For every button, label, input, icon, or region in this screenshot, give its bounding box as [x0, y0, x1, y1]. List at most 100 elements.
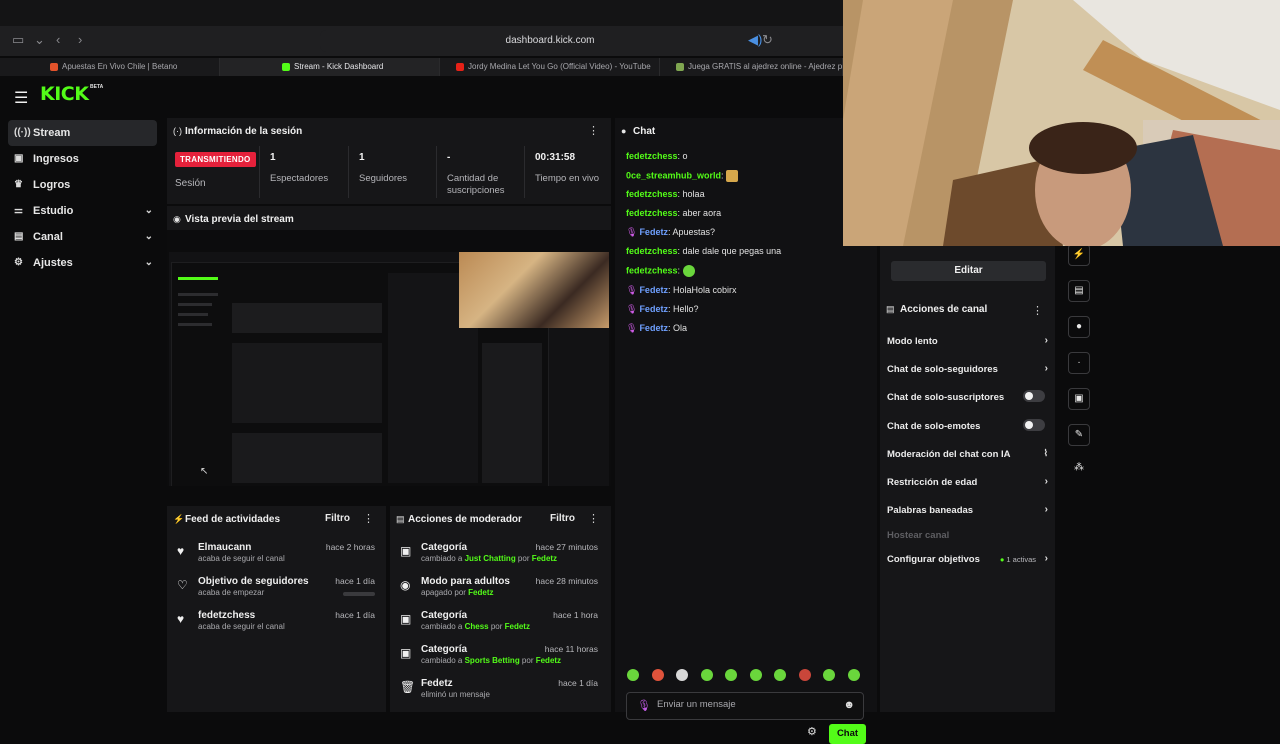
chat-input-box: 🎙 ☻: [626, 692, 864, 720]
bolt-icon[interactable]: ⚡: [1068, 244, 1090, 266]
emote-icon[interactable]: [799, 669, 811, 681]
broadcast-icon[interactable]: ·: [1068, 352, 1090, 374]
sidebar-item-label: Logros: [33, 179, 71, 191]
chat-message-input[interactable]: [657, 699, 837, 710]
emote-icon[interactable]: [701, 669, 713, 681]
chat-settings-icon[interactable]: ⚙: [807, 725, 817, 738]
emote-icon[interactable]: [676, 669, 688, 681]
chat-username[interactable]: 0ce_streamhub_world: [626, 170, 721, 180]
user-link[interactable]: Fedetz: [468, 588, 493, 597]
chevron-down-icon[interactable]: ⌄: [34, 32, 45, 48]
item-time: hace 1 día: [558, 678, 598, 688]
chat-username[interactable]: fedetzchess: [626, 246, 678, 256]
emote-icon[interactable]: [652, 669, 664, 681]
action-label: Moderación del chat con IA: [887, 449, 1011, 460]
document-icon[interactable]: ▤: [1068, 280, 1090, 302]
bolt-icon: ⚡: [173, 514, 185, 524]
item-sub: eliminó un mensaje: [421, 690, 490, 699]
subscribers-only-toggle[interactable]: [1023, 390, 1045, 402]
sub-text: cambiado a: [421, 554, 465, 563]
chat-message: fedetzchess: holaa: [626, 189, 705, 199]
filter-button[interactable]: Filtro: [325, 513, 350, 524]
speaker-icon[interactable]: ◀): [748, 32, 762, 48]
back-icon[interactable]: ‹: [56, 32, 60, 47]
category-icon: ▣: [400, 544, 412, 558]
emote-icon[interactable]: [823, 669, 835, 681]
emote-icon[interactable]: [848, 669, 860, 681]
emote-icon[interactable]: [750, 669, 762, 681]
channel-action-goals[interactable]: Configurar objetivos 1 activas ›: [887, 553, 1050, 574]
item-sub: cambiado a Sports Betting por Fedetz: [421, 656, 561, 665]
more-options-icon[interactable]: ⋮: [363, 512, 374, 525]
sidebar-item-stream[interactable]: ((·)) Stream: [8, 120, 157, 146]
user-link[interactable]: Fedetz: [532, 554, 557, 563]
stat-value: 1: [359, 152, 365, 163]
more-options-icon[interactable]: ⋮: [588, 124, 599, 137]
edit-button[interactable]: Editar: [891, 261, 1046, 281]
channel-action-slow-mode[interactable]: Modo lento ›: [887, 335, 1050, 356]
menu-icon[interactable]: ☰: [14, 88, 28, 108]
chat-username[interactable]: Fedetz: [639, 304, 668, 314]
kick-logo[interactable]: KICK: [40, 83, 89, 105]
chat-username[interactable]: fedetzchess: [626, 189, 678, 199]
preview-block: [482, 343, 542, 483]
mouse-cursor-icon: ↖: [200, 466, 209, 477]
stat-live-time: 00:31:58 Tiempo en vivo: [524, 146, 610, 198]
emoji-icon[interactable]: ☻: [843, 699, 855, 711]
action-label: Restricción de edad: [887, 477, 978, 488]
channel-action-age-restriction[interactable]: Restricción de edad ›: [887, 476, 1050, 497]
chat-username[interactable]: Fedetz: [639, 227, 668, 237]
stream-preview-video[interactable]: ↖: [169, 252, 609, 486]
list-item: ▣ Categoría cambiado a Sports Betting po…: [398, 644, 608, 680]
reload-icon[interactable]: ↻: [762, 32, 773, 48]
sidebar-item-logros[interactable]: ♛ Logros: [8, 172, 157, 198]
chat-username[interactable]: Fedetz: [639, 285, 668, 295]
more-options-icon[interactable]: ⋮: [1032, 304, 1043, 317]
sidebar-item-ajustes[interactable]: ⚙ Ajustes ⌄: [8, 250, 157, 276]
chat-username[interactable]: fedetzchess: [626, 208, 678, 218]
browser-tab[interactable]: Jordy Medina Let You Go (Official Video)…: [440, 58, 660, 76]
channel-action-ai-moderation[interactable]: Moderación del chat con IA ⌇: [887, 448, 1050, 469]
channel-action-banned-words[interactable]: Palabras baneadas ›: [887, 504, 1050, 525]
action-label: Chat de solo-seguidores: [887, 364, 998, 375]
preview-block: [232, 303, 382, 333]
category-link[interactable]: Chess: [465, 622, 489, 631]
item-name: Categoría: [421, 610, 468, 621]
sidebar-toggle-icon[interactable]: ▭: [12, 32, 24, 48]
emote-icon[interactable]: [725, 669, 737, 681]
more-options-icon[interactable]: ⋮: [588, 512, 599, 525]
emote-quick-bar: [627, 669, 872, 685]
sidebar-item-canal[interactable]: ▤ Canal ⌄: [8, 224, 157, 250]
browser-tab[interactable]: Apuestas En Vivo Chile | Betano: [0, 58, 220, 76]
sidebar-item-estudio[interactable]: ⚌ Estudio ⌄: [8, 198, 157, 224]
microphone-icon[interactable]: 🎙: [637, 699, 651, 712]
forward-icon[interactable]: ›: [78, 32, 82, 47]
browser-tab-active[interactable]: Stream - Kick Dashboard: [220, 58, 440, 76]
chat-username[interactable]: fedetzchess: [626, 151, 678, 161]
user-link[interactable]: Fedetz: [536, 656, 561, 665]
emotes-only-toggle[interactable]: [1023, 419, 1045, 431]
browser-tab[interactable]: Juega GRATIS al ajedrez online - Ajedrez…: [660, 58, 843, 76]
emote-icon[interactable]: [627, 669, 639, 681]
address-bar[interactable]: dashboard.kick.com: [320, 30, 780, 52]
channel-action-followers-only[interactable]: Chat de solo-seguidores ›: [887, 363, 1050, 384]
chat-bubble-icon[interactable]: ●: [1068, 316, 1090, 338]
channel-action-host: Hostear canal: [887, 530, 1050, 550]
shield-icon[interactable]: ▣: [1068, 388, 1090, 410]
user-link[interactable]: Fedetz: [505, 622, 530, 631]
layout-icon[interactable]: ⁂: [1074, 462, 1084, 473]
category-icon: ▣: [400, 646, 412, 660]
category-link[interactable]: Sports Betting: [465, 656, 520, 665]
sidebar-item-ingresos[interactable]: ▣ Ingresos: [8, 146, 157, 172]
chat-username[interactable]: fedetzchess: [626, 265, 678, 275]
filter-button[interactable]: Filtro: [550, 513, 575, 524]
emote-icon[interactable]: [774, 669, 786, 681]
beta-label: BETA: [90, 84, 104, 90]
chat-username[interactable]: Fedetz: [639, 323, 668, 333]
send-chat-button[interactable]: Chat: [829, 724, 866, 744]
action-label: Chat de solo-suscriptores: [887, 392, 1005, 403]
channel-actions-header: ▤ Acciones de canal ⋮: [880, 298, 1055, 320]
chess-favicon-icon: [676, 63, 684, 71]
wrench-icon[interactable]: ✎: [1068, 424, 1090, 446]
category-link[interactable]: Just Chatting: [465, 554, 516, 563]
